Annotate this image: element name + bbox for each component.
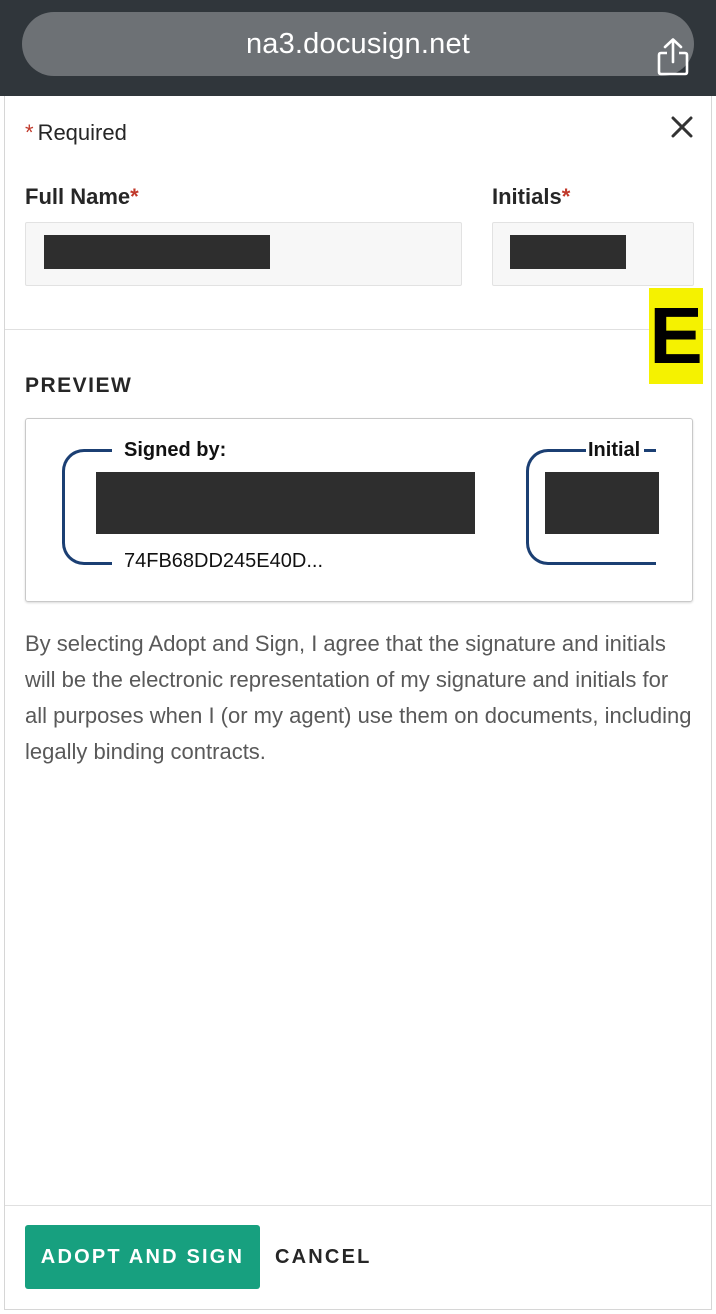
address-bar[interactable]: na3.docusign.net bbox=[22, 12, 694, 76]
required-text: Required bbox=[37, 120, 127, 145]
footer-divider bbox=[5, 1205, 711, 1206]
adopt-signature-sheet: * Required Full Name* Initials* E PREVIEW… bbox=[4, 96, 712, 1310]
redacted-full-name bbox=[44, 235, 270, 269]
initials-label: Initials* bbox=[492, 184, 570, 210]
cancel-button[interactable]: CANCEL bbox=[275, 1225, 375, 1289]
initials-required-star: * bbox=[561, 184, 571, 209]
required-star: * bbox=[25, 120, 34, 145]
redacted-initials-preview bbox=[545, 472, 659, 534]
full-name-label: Full Name* bbox=[25, 184, 139, 210]
initials-label-text: Initials bbox=[492, 184, 562, 209]
initials-input[interactable] bbox=[492, 222, 694, 286]
full-name-input[interactable] bbox=[25, 222, 462, 286]
section-divider bbox=[5, 329, 711, 330]
initial-label: Initial bbox=[586, 439, 645, 462]
preview-title: PREVIEW bbox=[25, 374, 133, 397]
adopt-and-sign-button[interactable]: ADOPT AND SIGN bbox=[25, 1225, 260, 1289]
signature-id: 74FB68DD245E40D... bbox=[124, 550, 328, 573]
close-icon[interactable] bbox=[669, 114, 695, 140]
required-note: * Required bbox=[25, 120, 127, 146]
annotation-marker: E bbox=[649, 288, 703, 384]
signature-preview: Signed by: 74FB68DD245E40D... Initial bbox=[25, 418, 693, 602]
signed-by-label: Signed by: bbox=[124, 439, 231, 462]
share-icon[interactable] bbox=[656, 38, 690, 76]
full-name-label-text: Full Name bbox=[25, 184, 131, 209]
redacted-signature bbox=[96, 472, 475, 534]
consent-text: By selecting Adopt and Sign, I agree tha… bbox=[25, 631, 692, 764]
full-name-required-star: * bbox=[130, 184, 139, 209]
redacted-initials bbox=[510, 235, 626, 269]
url-text[interactable]: na3.docusign.net bbox=[22, 28, 694, 61]
browser-toolbar: na3.docusign.net bbox=[0, 0, 716, 96]
